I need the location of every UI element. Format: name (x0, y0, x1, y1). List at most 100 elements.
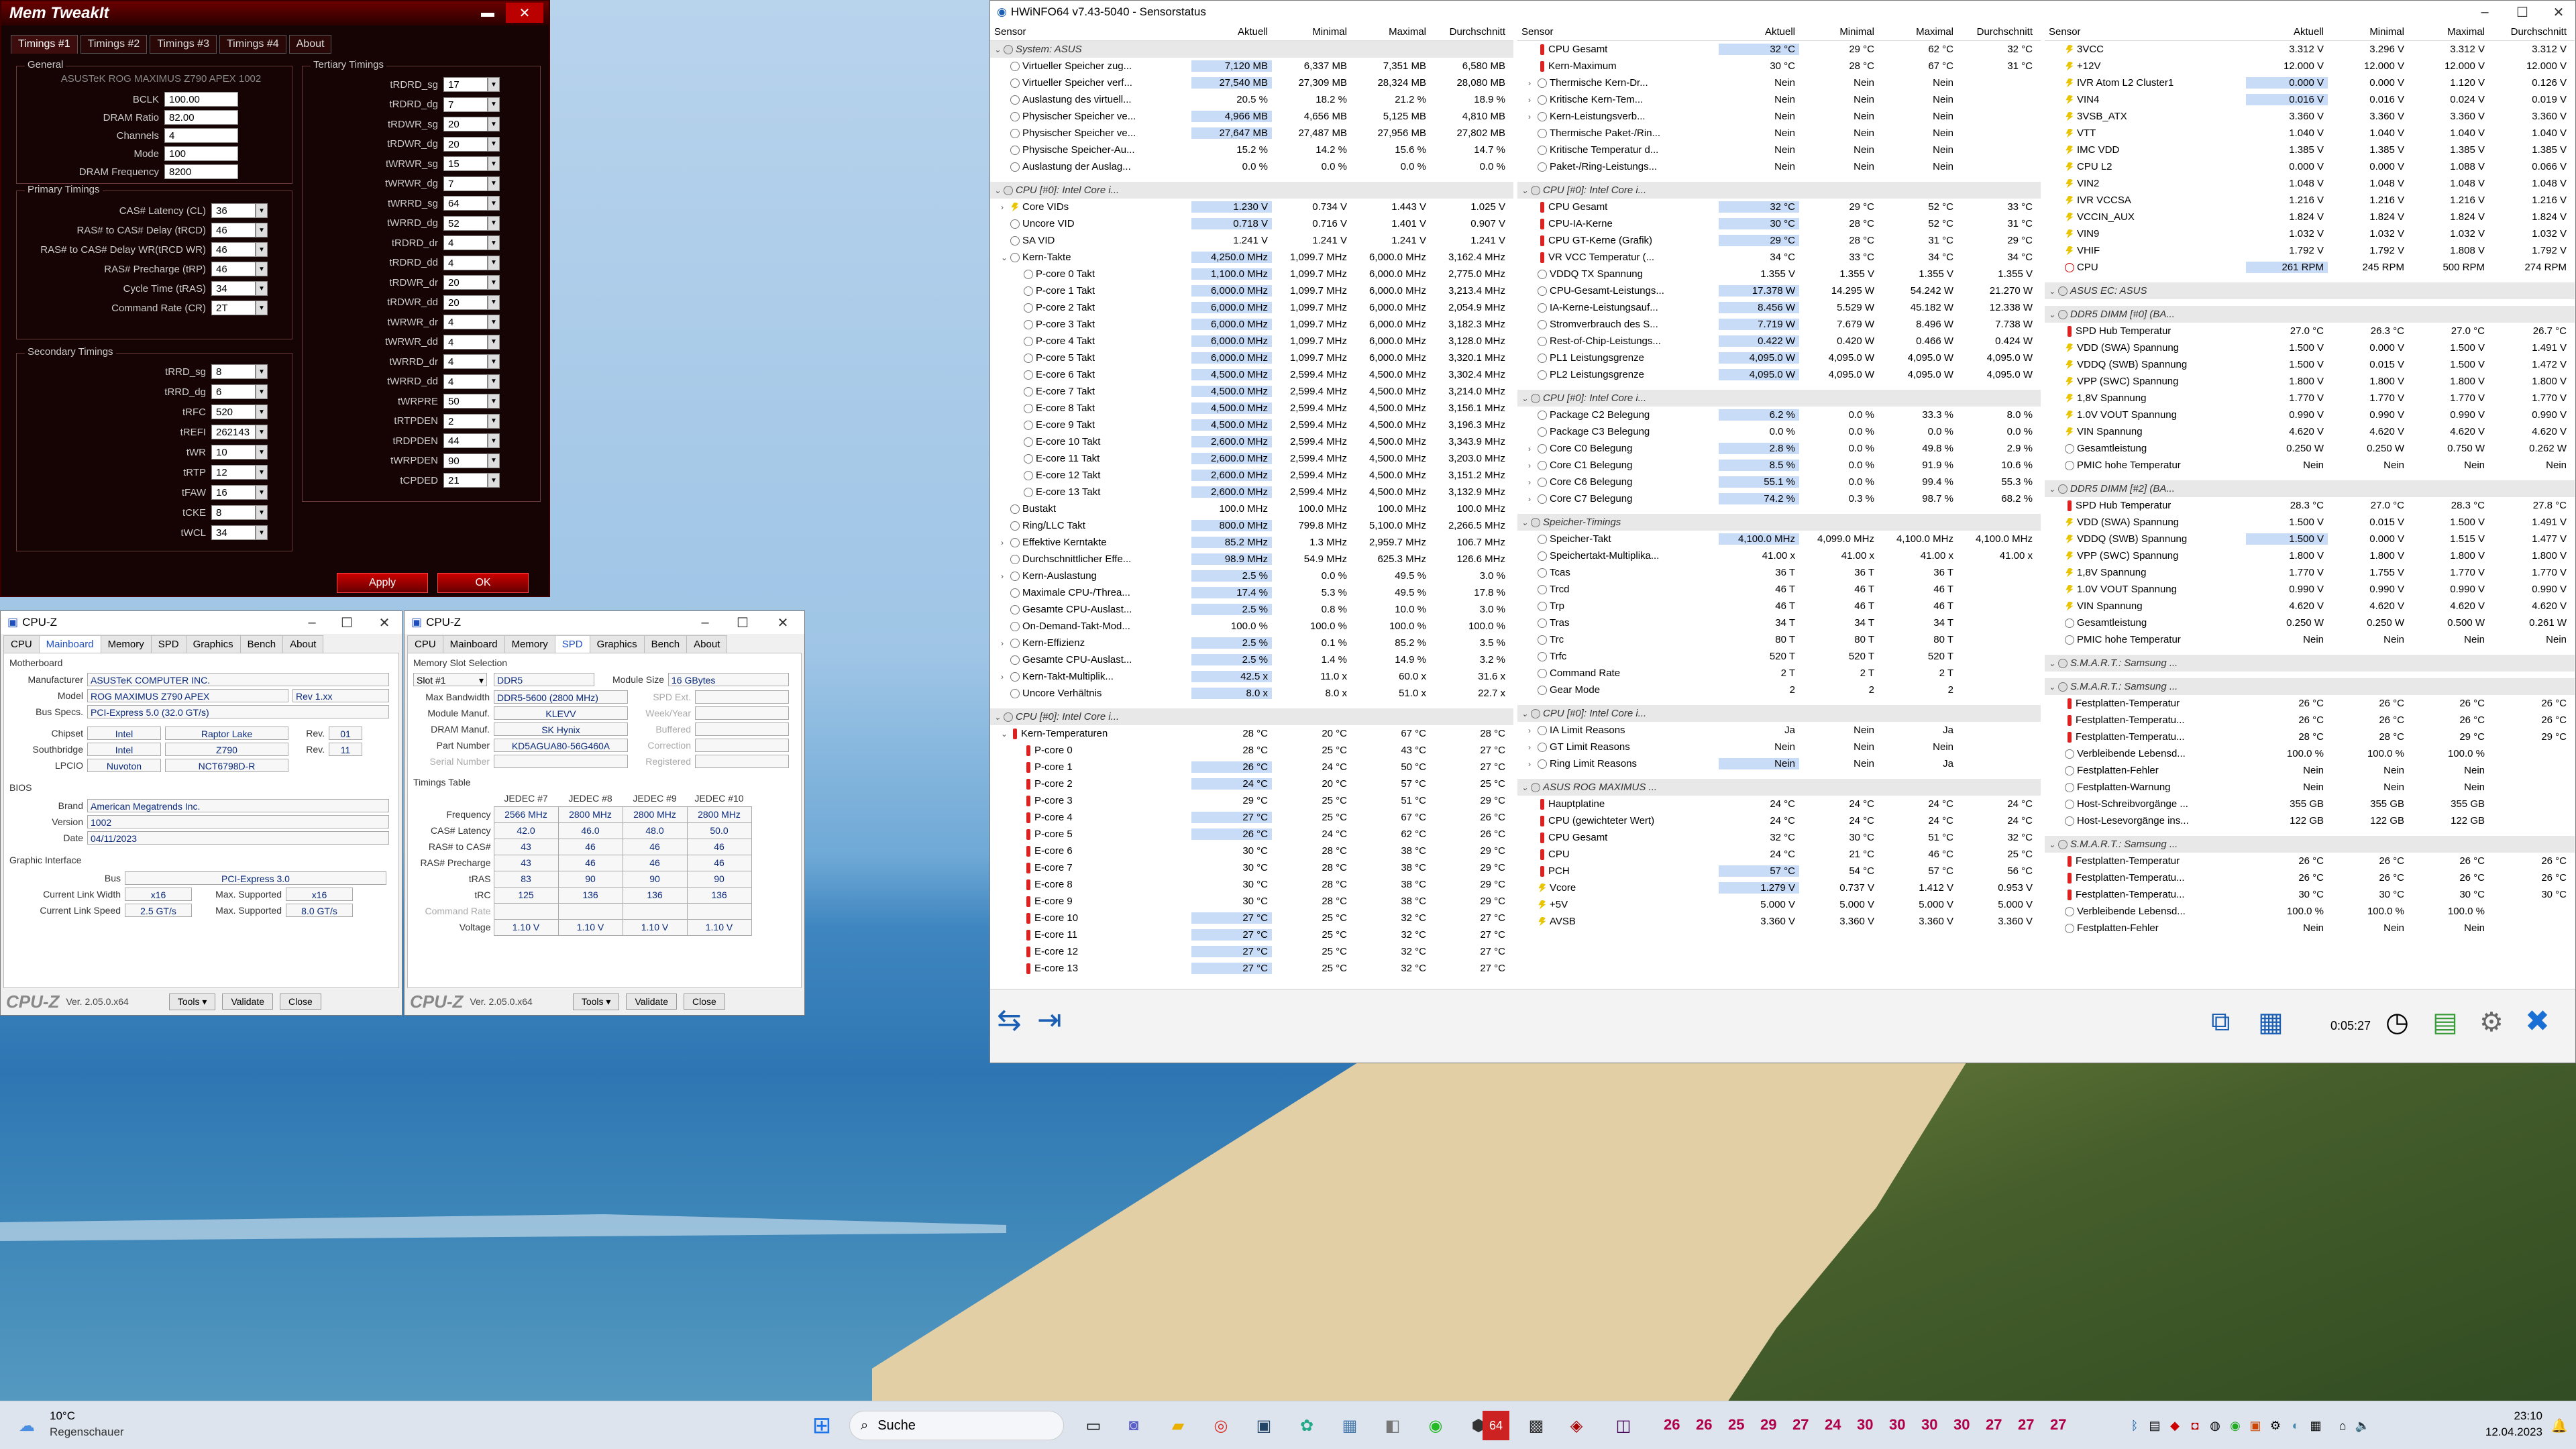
minimize-icon[interactable]: – (686, 611, 724, 634)
apply-button[interactable]: Apply (337, 573, 428, 593)
timing-value[interactable]: 4 (164, 128, 238, 143)
chevron-down-icon[interactable]: ▼ (256, 262, 268, 276)
chevron-down-icon[interactable]: ▼ (488, 117, 500, 131)
sensor-row[interactable]: E-core 7 30 °C 28 °C 38 °C 29 °C (990, 859, 1513, 876)
sensor-row[interactable]: E-core 9 30 °C 28 °C 38 °C 29 °C (990, 893, 1513, 910)
tray-temp-reading[interactable]: 25 (1728, 1416, 1744, 1434)
sensor-row[interactable]: › Ring Limit Reasons Nein Nein Ja (1517, 755, 2041, 772)
sensor-group-header[interactable]: ⌄ CPU [#0]: Intel Core i... (1517, 390, 2041, 407)
sensor-row[interactable]: ⌄ Kern-Temperaturen 28 °C 20 °C 67 °C 28 °C (990, 725, 1513, 742)
sensor-row[interactable]: Uncore VID 0.718 V 0.716 V 1.401 V 0.907 V (990, 215, 1513, 232)
sensor-row[interactable]: E-core 12 Takt 2,600.0 MHz 2,599.4 MHz 4,50… (990, 467, 1513, 484)
timing-value[interactable]: 20 (443, 117, 488, 131)
sensor-row[interactable]: Uncore Verhältnis 8.0 x 8.0 x 51.0 x 22.7 x (990, 685, 1513, 702)
header-sensor[interactable]: Sensor (2045, 26, 2246, 38)
sensor-row[interactable]: Festplatten-Temperatu... 26 °C 26 °C 26 °C 2… (2045, 712, 2575, 729)
chevron-right-icon[interactable]: › (1001, 672, 1010, 682)
sensor-row[interactable]: Verbleibende Lebensd... 100.0 % 100.0 % 100… (2045, 745, 2575, 762)
sensor-row[interactable]: E-core 10 27 °C 25 °C 32 °C 27 °C (990, 910, 1513, 926)
sensor-row[interactable]: 1,8V Spannung 1.770 V 1.755 V 1.770 V 1.770 … (2045, 564, 2575, 581)
sensor-row[interactable]: E-core 10 Takt 2,600.0 MHz 2,599.4 MHz 4,50… (990, 433, 1513, 450)
header-aktuell[interactable]: Aktuell (1191, 26, 1272, 38)
chevron-down-icon[interactable]: ▼ (488, 156, 500, 171)
chevron-down-icon[interactable]: ▼ (488, 97, 500, 112)
sensor-column-3[interactable]: Sensor Aktuell Minimal Maximal Durchschnitt 3… (2045, 23, 2575, 989)
bluetooth-icon[interactable]: ᛒ (2127, 1411, 2143, 1440)
tools-button[interactable]: Tools ▾ (572, 993, 620, 1010)
sensor-row[interactable]: SPD Hub Temperatur 27.0 °C 26.3 °C 27.0 °C 2… (2045, 323, 2575, 339)
tray-temp-reading[interactable]: 27 (1792, 1416, 1809, 1434)
chevron-down-icon[interactable]: ▼ (256, 485, 268, 500)
timing-value[interactable]: 10 (211, 445, 256, 460)
sensor-row[interactable]: PMIC hohe Temperatur Nein Nein Nein Nein (2045, 631, 2575, 648)
maximize-icon[interactable]: ☐ (328, 611, 366, 634)
timing-value[interactable]: 44 (443, 433, 488, 448)
sensor-row[interactable]: 1,8V Spannung 1.770 V 1.770 V 1.770 V 1.770 … (2045, 390, 2575, 407)
chrome-icon[interactable]: ◎ (1208, 1411, 1234, 1440)
sensor-row[interactable]: P-core 0 Takt 1,100.0 MHz 1,099.7 MHz 6,000… (990, 266, 1513, 282)
sensor-row[interactable]: › Core C0 Belegung 2.8 % 0.0 % 49.8 % 2.9 % (1517, 440, 2041, 457)
sensor-row[interactable]: 3VCC 3.312 V 3.296 V 3.312 V 3.312 V (2045, 41, 2575, 58)
timing-value[interactable]: 4 (443, 334, 488, 350)
chevron-down-icon[interactable]: ▼ (256, 203, 268, 218)
tab-mainboard[interactable]: Mainboard (38, 635, 101, 653)
app-icon[interactable]: ✿ (1293, 1411, 1320, 1440)
timing-value[interactable]: 4 (443, 315, 488, 329)
sensor-row[interactable]: 1.0V VOUT Spannung 0.990 V 0.990 V 0.990 V 0… (2045, 407, 2575, 423)
chevron-down-icon[interactable]: ▼ (488, 473, 500, 488)
sensor-row[interactable]: VDD (SWA) Spannung 1.500 V 0.015 V 1.500 V 1… (2045, 514, 2575, 531)
chevron-down-icon[interactable]: ▼ (488, 176, 500, 191)
chevron-down-icon[interactable]: ⌄ (1001, 253, 1010, 262)
chevron-down-icon[interactable]: ▼ (488, 275, 500, 290)
taskview-icon[interactable]: ▭ (1080, 1411, 1107, 1440)
settings-gear-icon[interactable]: ⚙ (2479, 1007, 2504, 1038)
sensor-row[interactable]: IMC VDD 1.385 V 1.385 V 1.385 V 1.385 V (2045, 142, 2575, 158)
weather-temp[interactable]: 10°C (50, 1409, 75, 1423)
weather-icon[interactable]: ☁ (13, 1411, 40, 1440)
sensor-row[interactable]: PL2 Leistungsgrenze 4,095.0 W 4,095.0 W 4,0… (1517, 366, 2041, 383)
tab-timings-2[interactable]: Timings #2 (80, 35, 148, 54)
chevron-down-icon[interactable]: ▼ (488, 433, 500, 448)
chevron-right-icon[interactable]: › (1528, 112, 1538, 121)
chevron-down-icon[interactable]: ⌄ (1521, 518, 1531, 527)
chevron-down-icon[interactable]: ▼ (488, 196, 500, 211)
timing-value[interactable]: 46 (211, 242, 256, 257)
memtweak-task-icon[interactable]: ◈ (1563, 1411, 1590, 1440)
timing-value[interactable]: 20 (443, 136, 488, 152)
sensor-row[interactable]: Festplatten-Temperatur 26 °C 26 °C 26 °C 26 … (2045, 853, 2575, 869)
sensor-row[interactable]: E-core 9 Takt 4,500.0 MHz 2,599.4 MHz 4,500… (990, 417, 1513, 433)
tab-spd[interactable]: SPD (150, 635, 186, 653)
sensor-row[interactable]: › Effektive Kerntakte 85.2 MHz 1.3 MHz 2,959… (990, 534, 1513, 551)
chevron-down-icon[interactable]: ▼ (256, 405, 268, 419)
clock-time[interactable]: 23:10 (2489, 1409, 2542, 1423)
clock-date[interactable]: 12.04.2023 (2455, 1426, 2542, 1439)
sensor-row[interactable]: VIN4 0.016 V 0.016 V 0.024 V 0.019 V (2045, 91, 2575, 108)
tray-temp-reading[interactable]: 27 (1986, 1416, 2002, 1434)
sensor-row[interactable]: › Core C1 Belegung 8.5 % 0.0 % 91.9 % 10.6 % (1517, 457, 2041, 474)
timing-value[interactable]: 16 (211, 485, 256, 500)
tab-spd[interactable]: SPD (554, 635, 590, 653)
volume-icon[interactable]: 🔈 (2355, 1411, 2371, 1440)
timing-value[interactable]: 64 (443, 196, 488, 211)
chevron-right-icon[interactable]: › (1001, 572, 1010, 581)
timing-value[interactable]: 17 (443, 77, 488, 92)
chevron-down-icon[interactable]: ⌄ (1521, 783, 1531, 792)
chevron-down-icon[interactable]: ⌄ (2049, 286, 2058, 296)
sensor-row[interactable]: CPU GT-Kerne (Grafik) 29 °C 28 °C 31 °C 29 °… (1517, 232, 2041, 249)
maximize-icon[interactable]: ☐ (2504, 1, 2541, 23)
sensor-group-header[interactable]: ⌄ S.M.A.R.T.: Samsung ... (2045, 836, 2575, 853)
sensor-row[interactable]: VDDQ (SWB) Spannung 1.500 V 0.000 V 1.515 V… (2045, 531, 2575, 547)
chevron-right-icon[interactable]: › (1528, 461, 1538, 470)
chevron-down-icon[interactable]: ▼ (488, 136, 500, 152)
sensor-row[interactable]: IVR VCCSA 1.216 V 1.216 V 1.216 V 1.216 V (2045, 192, 2575, 209)
sensor-row[interactable]: Maximale CPU-/Threa... 17.4 % 5.3 % 49.5 % 1… (990, 584, 1513, 601)
sensor-row[interactable]: Rest-of-Chip-Leistungs... 0.422 W 0.420 W 0… (1517, 333, 2041, 350)
chevron-down-icon[interactable]: ⌄ (2049, 682, 2058, 692)
sensor-group-header[interactable]: ⌄ ASUS ROG MAXIMUS ... (1517, 779, 2041, 796)
sensor-row[interactable]: PCH 57 °C 54 °C 57 °C 56 °C (1517, 863, 2041, 879)
timing-value[interactable]: 7 (443, 97, 488, 112)
sensor-row[interactable]: VPP (SWC) Spannung 1.800 V 1.800 V 1.800 V 1… (2045, 547, 2575, 564)
chevron-right-icon[interactable]: › (1001, 538, 1010, 547)
timing-value[interactable]: 15 (443, 156, 488, 171)
sensor-row[interactable]: Speicher-Takt 4,100.0 MHz 4,099.0 MHz 4,100… (1517, 531, 2041, 547)
